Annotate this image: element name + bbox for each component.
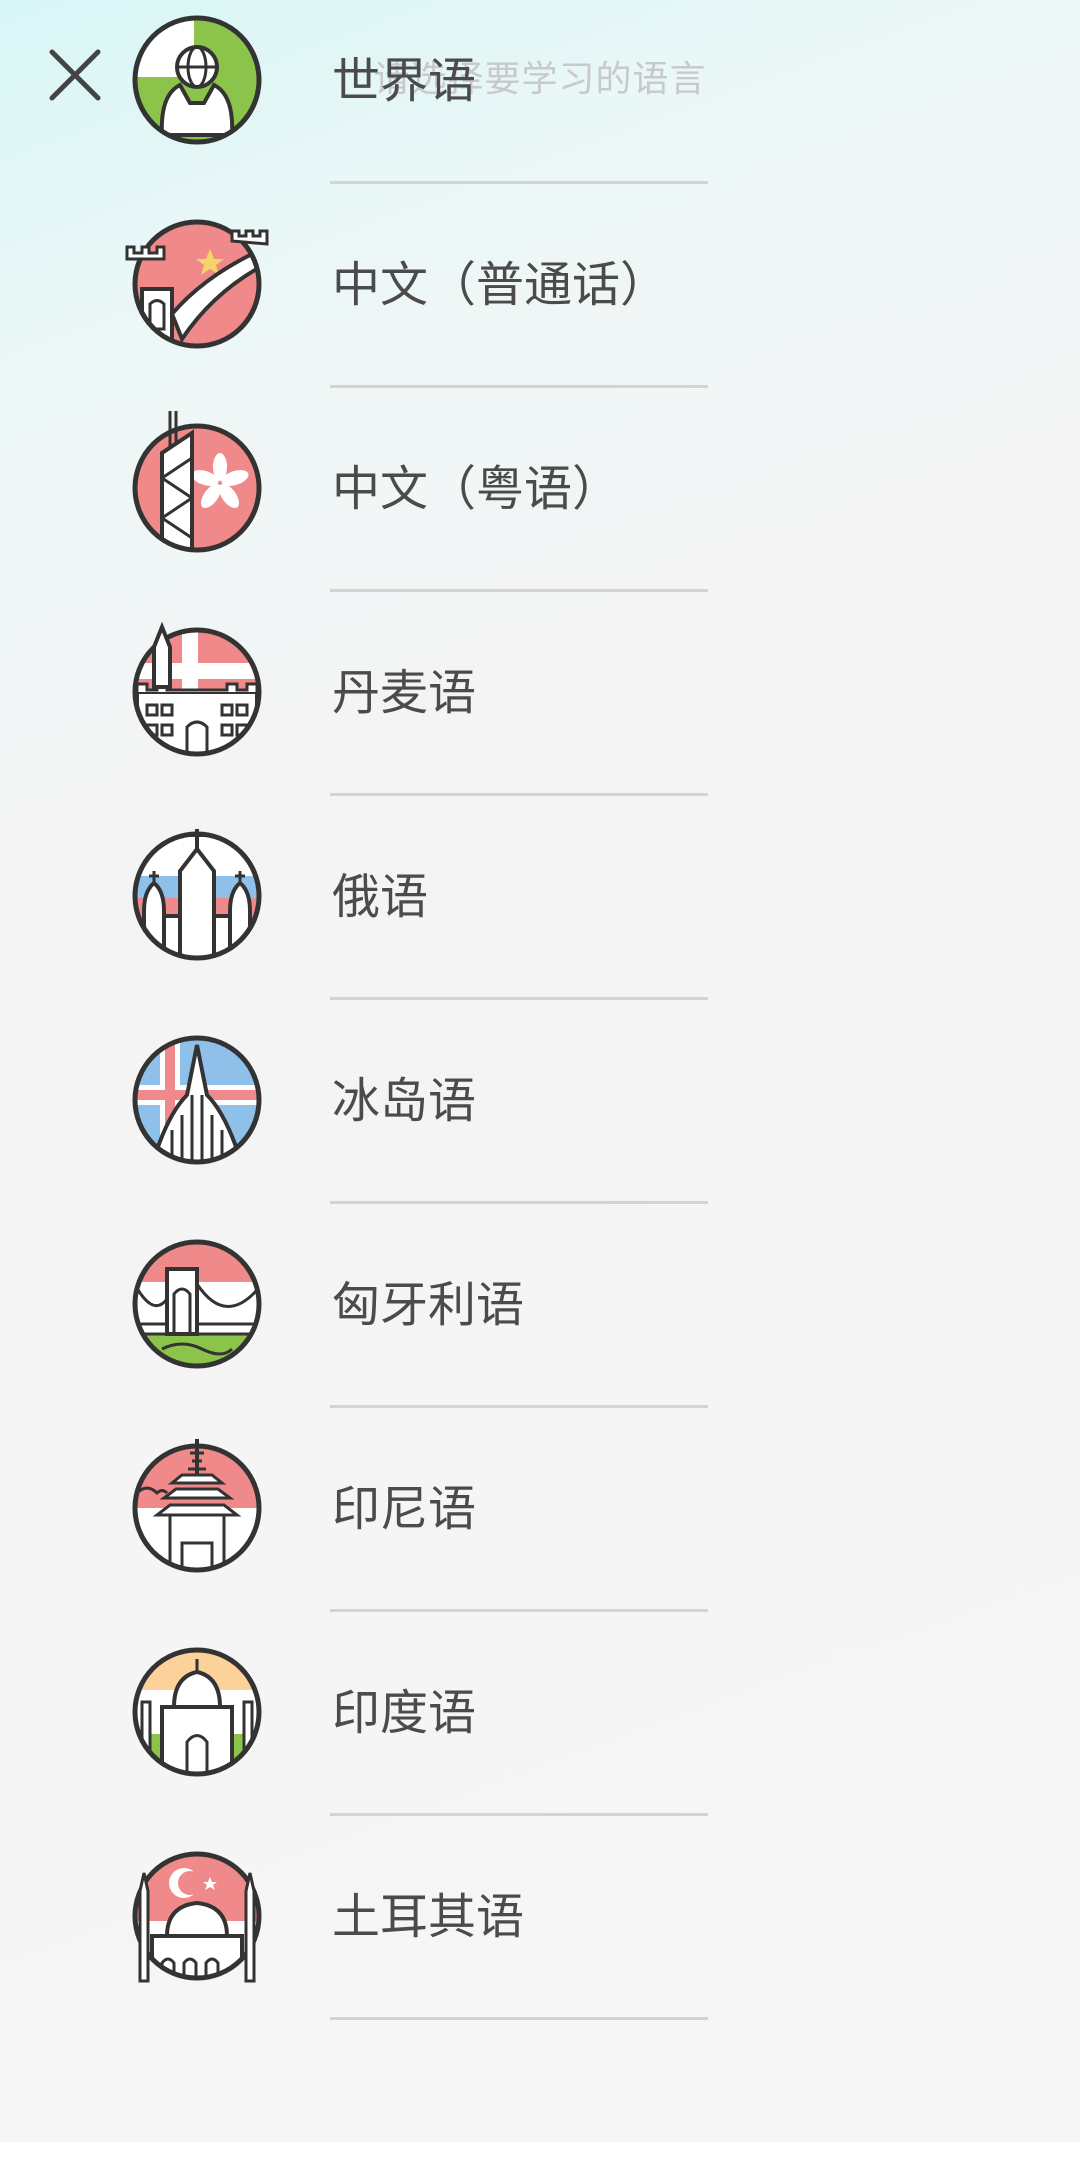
esperanto-hands-globe-icon — [132, 15, 262, 145]
blue-mosque-icon — [132, 1851, 262, 1983]
language-label: 冰岛语 — [332, 1073, 477, 1129]
chain-bridge-icon — [132, 1239, 262, 1369]
language-item-mandarin[interactable]: 中文（普通话） — [0, 183, 1080, 388]
divider — [330, 2017, 708, 2020]
language-item-hindi[interactable]: 印度语 — [0, 1611, 1080, 1816]
language-label: 印度语 — [332, 1685, 477, 1741]
hallgrimskirkja-icon — [132, 1035, 262, 1165]
st-basil-cathedral-icon — [132, 829, 262, 961]
danish-castle-icon — [132, 621, 262, 757]
language-item-esperanto[interactable]: 世界语 — [0, 0, 1080, 184]
bottom-edge — [0, 2142, 1080, 2160]
great-wall-icon — [125, 219, 269, 349]
language-item-hungarian[interactable]: 匈牙利语 — [0, 1203, 1080, 1408]
language-label: 匈牙利语 — [332, 1277, 525, 1333]
language-label: 中文（普通话） — [332, 257, 669, 313]
language-label: 俄语 — [332, 869, 429, 925]
taj-mahal-icon — [132, 1647, 262, 1777]
language-label: 丹麦语 — [332, 665, 477, 721]
language-item-turkish[interactable]: 土耳其语 — [0, 1815, 1080, 2020]
language-item-indonesian[interactable]: 印尼语 — [0, 1407, 1080, 1612]
pagoda-temple-icon — [132, 1439, 262, 1573]
language-item-icelandic[interactable]: 冰岛语 — [0, 999, 1080, 1204]
language-label: 中文（粤语） — [332, 461, 621, 517]
language-label: 土耳其语 — [332, 1889, 525, 1945]
language-label: 世界语 — [332, 53, 477, 109]
language-item-russian[interactable]: 俄语 — [0, 795, 1080, 1000]
language-item-cantonese[interactable]: 中文（粤语） — [0, 387, 1080, 592]
hong-kong-tower-icon — [132, 411, 262, 553]
language-label: 印尼语 — [332, 1481, 477, 1537]
language-item-danish[interactable]: 丹麦语 — [0, 591, 1080, 796]
